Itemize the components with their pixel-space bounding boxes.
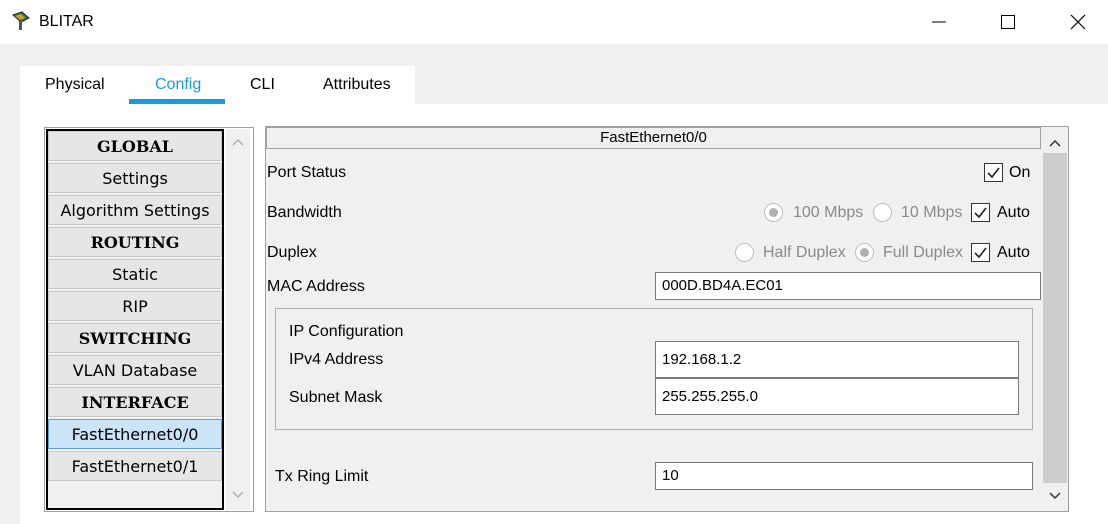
checkmark-icon <box>974 207 987 219</box>
minimize-icon <box>932 21 946 23</box>
title-bar: BLITAR <box>0 0 1108 44</box>
panel-scrollbar-thumb[interactable] <box>1043 153 1067 483</box>
port-status-on-label: On <box>1009 164 1031 181</box>
panel-scroll-up-button[interactable] <box>1043 133 1067 153</box>
panel-title: FastEthernet0/0 <box>266 127 1041 149</box>
tx-ring-limit-label: Tx Ring Limit <box>275 468 369 485</box>
chevron-down-icon <box>1049 492 1061 500</box>
duplex-full-radio[interactable] <box>855 243 874 262</box>
sidebar-item-algorithm-settings[interactable]: Algorithm Settings <box>48 195 222 225</box>
sidebar-header-global: GLOBAL <box>48 131 222 161</box>
tab-attributes[interactable]: Attributes <box>323 76 391 94</box>
sidebar-item-fastethernet0-1[interactable]: FastEthernet0/1 <box>48 451 222 481</box>
chevron-up-icon <box>1049 139 1061 147</box>
bandwidth-10mbps-radio[interactable] <box>873 203 892 222</box>
port-status-on-checkbox[interactable] <box>984 163 1003 182</box>
bandwidth-auto-checkbox[interactable] <box>971 203 990 222</box>
ipv4-address-label: IPv4 Address <box>289 351 384 368</box>
sidebar-header-switching: SWITCHING <box>48 323 222 353</box>
ipv4-address-field[interactable]: 192.168.1.2 <box>655 341 1019 378</box>
sidebar-scroll-up-button[interactable] <box>226 132 250 152</box>
chevron-up-icon <box>232 138 244 146</box>
duplex-label: Duplex <box>267 244 317 261</box>
duplex-auto-checkbox[interactable] <box>971 243 990 262</box>
mac-address-label: MAC Address <box>267 278 365 295</box>
window-title: BLITAR <box>39 13 94 30</box>
bandwidth-100mbps-label: 100 Mbps <box>793 204 864 221</box>
bandwidth-100mbps-radio[interactable] <box>764 203 783 222</box>
maximize-button[interactable] <box>973 0 1043 44</box>
sidebar-item-static[interactable]: Static <box>48 259 222 289</box>
port-status-label: Port Status <box>267 164 347 181</box>
tx-ring-limit-field[interactable]: 10 <box>655 462 1033 490</box>
app-icon <box>12 11 30 30</box>
sidebar-scrollbar[interactable] <box>226 129 250 510</box>
panel-scroll-down-button[interactable] <box>1043 486 1067 506</box>
sidebar-item-fastethernet0-0[interactable]: FastEthernet0/0 <box>48 419 222 449</box>
sidebar-scroll-down-button[interactable] <box>226 485 250 505</box>
close-button[interactable] <box>1043 0 1108 44</box>
subnet-mask-label: Subnet Mask <box>289 389 383 406</box>
tab-physical[interactable]: Physical <box>45 76 105 94</box>
bandwidth-auto-label: Auto <box>997 204 1030 221</box>
checkmark-icon <box>987 167 1000 179</box>
duplex-half-label: Half Duplex <box>763 244 846 261</box>
duplex-half-radio[interactable] <box>735 243 754 262</box>
subnet-mask-field[interactable]: 255.255.255.0 <box>655 378 1019 415</box>
bandwidth-label: Bandwidth <box>267 204 342 221</box>
sidebar-header-interface: INTERFACE <box>48 387 222 417</box>
tab-config[interactable]: Config <box>155 76 201 94</box>
duplex-full-label: Full Duplex <box>883 244 964 261</box>
close-icon <box>1070 14 1086 30</box>
sidebar-header-routing: ROUTING <box>48 227 222 257</box>
minimize-button[interactable] <box>904 0 974 44</box>
sidebar-item-settings[interactable]: Settings <box>48 163 222 193</box>
checkmark-icon <box>974 247 987 259</box>
sidebar-item-rip[interactable]: RIP <box>48 291 222 321</box>
chevron-down-icon <box>232 491 244 499</box>
tab-cli[interactable]: CLI <box>250 76 275 94</box>
ip-configuration-title: IP Configuration <box>289 323 404 340</box>
maximize-icon <box>1001 15 1015 29</box>
duplex-auto-label: Auto <box>997 244 1030 261</box>
mac-address-field[interactable]: 000D.BD4A.EC01 <box>655 272 1041 300</box>
sidebar-item-vlan-database[interactable]: VLAN Database <box>48 355 222 385</box>
bandwidth-10mbps-label: 10 Mbps <box>901 204 963 221</box>
